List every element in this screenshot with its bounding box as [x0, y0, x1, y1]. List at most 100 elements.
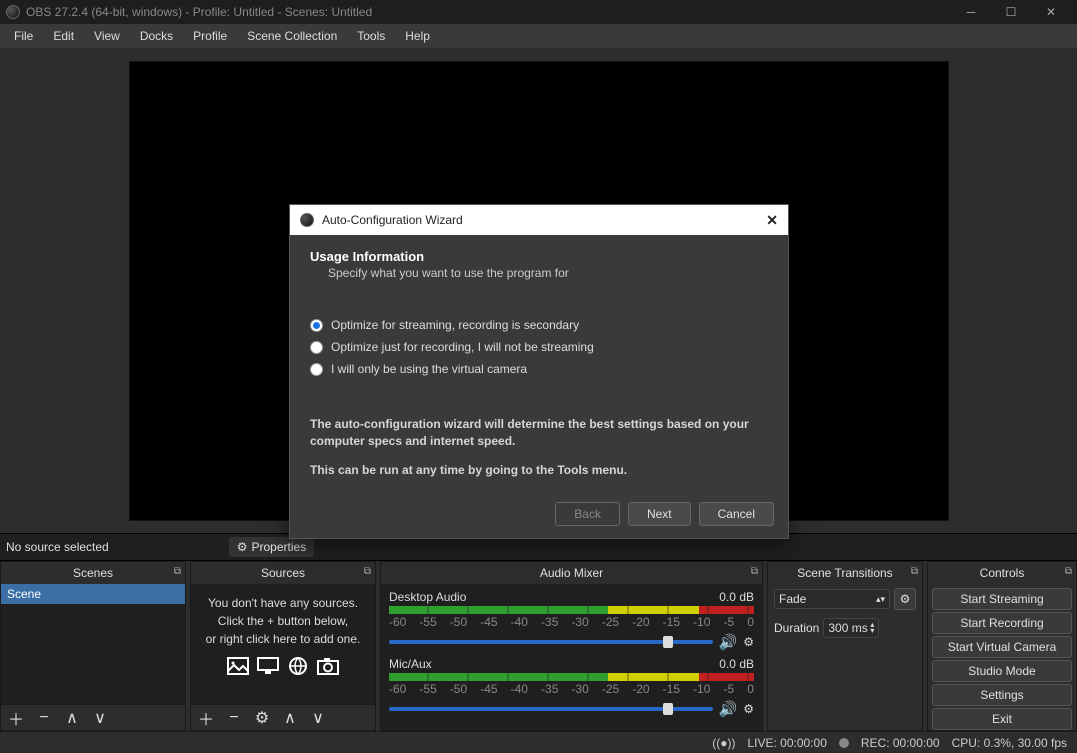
settings-button[interactable]: Settings: [932, 684, 1072, 706]
volume-slider[interactable]: [389, 640, 713, 644]
popout-icon[interactable]: ⧉: [364, 566, 371, 577]
statusbar: ((●)) LIVE: 00:00:00 REC: 00:00:00 CPU: …: [0, 731, 1077, 753]
menu-view[interactable]: View: [84, 25, 130, 47]
transition-settings-button[interactable]: ⚙: [894, 588, 916, 610]
menu-scene-collection[interactable]: Scene Collection: [237, 25, 347, 47]
start-recording-button[interactable]: Start Recording: [932, 612, 1072, 634]
start-streaming-button[interactable]: Start Streaming: [932, 588, 1072, 610]
duration-input[interactable]: 300 ms ▴▾: [823, 618, 879, 638]
properties-label: Properties: [252, 540, 307, 554]
add-source-button[interactable]: ＋: [197, 706, 215, 730]
start-virtual-camera-button[interactable]: Start Virtual Camera: [932, 636, 1072, 658]
dialog-title-text: Auto-Configuration Wizard: [322, 213, 463, 227]
move-source-down-button[interactable]: ∨: [309, 708, 327, 728]
mixer-title: Audio Mixer ⧉: [381, 562, 762, 584]
next-button[interactable]: Next: [628, 502, 691, 526]
close-button[interactable]: ✕: [1031, 0, 1071, 24]
speaker-icon[interactable]: 🔊: [719, 633, 738, 651]
scene-item[interactable]: Scene: [1, 584, 185, 604]
menu-file[interactable]: File: [4, 25, 43, 47]
remove-source-button[interactable]: −: [225, 709, 243, 727]
docks-row: Scenes ⧉ Scene ＋ − ∧ ∨ Sources ⧉ You don…: [0, 561, 1077, 731]
maximize-button[interactable]: ☐: [991, 0, 1031, 24]
move-scene-up-button[interactable]: ∧: [63, 708, 81, 728]
transition-select[interactable]: Fade ▴▾: [774, 589, 890, 609]
cancel-button[interactable]: Cancel: [699, 502, 774, 526]
channel-db: 0.0 dB: [719, 657, 754, 671]
controls-title: Controls ⧉: [928, 562, 1076, 584]
radio-virtual-camera[interactable]: I will only be using the virtual camera: [310, 362, 768, 376]
auto-config-dialog: Auto-Configuration Wizard ✕ Usage Inform…: [289, 204, 789, 539]
menu-docks[interactable]: Docks: [130, 25, 183, 47]
mixer-title-label: Audio Mixer: [540, 566, 603, 580]
titlebar: OBS 27.2.4 (64-bit, windows) - Profile: …: [0, 0, 1077, 24]
mixer-channel-desktop: Desktop Audio 0.0 dB -60-55-50-45-40-35-…: [381, 586, 762, 653]
browser-source-icon: [287, 656, 309, 676]
channel-settings-icon[interactable]: ⚙: [743, 635, 754, 649]
menu-help[interactable]: Help: [395, 25, 440, 47]
speaker-icon[interactable]: 🔊: [719, 700, 738, 718]
transitions-title-label: Scene Transitions: [797, 566, 892, 580]
popout-icon[interactable]: ⧉: [174, 566, 181, 577]
main-area: No source selected ⚙ Properties Scenes ⧉…: [0, 48, 1077, 731]
display-source-icon: [257, 656, 279, 676]
image-source-icon: [227, 656, 249, 676]
status-cpu: CPU: 0.3%, 30.00 fps: [952, 736, 1067, 750]
gear-icon: ⚙: [237, 540, 248, 554]
channel-db: 0.0 dB: [719, 590, 754, 604]
exit-button[interactable]: Exit: [932, 708, 1072, 730]
add-scene-button[interactable]: ＋: [7, 706, 25, 730]
status-live: LIVE: 00:00:00: [747, 736, 826, 750]
remove-scene-button[interactable]: −: [35, 709, 53, 727]
source-settings-button[interactable]: ⚙: [253, 708, 271, 728]
no-source-label: No source selected: [6, 540, 109, 554]
controls-dock: Controls ⧉ Start Streaming Start Recordi…: [927, 561, 1077, 731]
menu-tools[interactable]: Tools: [347, 25, 395, 47]
scenes-title: Scenes ⧉: [1, 562, 185, 584]
record-dot-icon: [839, 738, 849, 748]
move-scene-down-button[interactable]: ∨: [91, 708, 109, 728]
broadcast-icon: ((●)): [712, 736, 735, 750]
window-title: OBS 27.2.4 (64-bit, windows) - Profile: …: [26, 5, 372, 19]
camera-source-icon: [317, 656, 339, 676]
scenes-title-label: Scenes: [73, 566, 113, 580]
volume-slider[interactable]: [389, 707, 713, 711]
sources-empty-line: You don't have any sources.: [201, 594, 365, 612]
volume-meter: [389, 606, 754, 614]
minimize-button[interactable]: ─: [951, 0, 991, 24]
sources-empty-line: Click the + button below,: [201, 612, 365, 630]
menu-profile[interactable]: Profile: [183, 25, 237, 47]
radio-optimize-recording[interactable]: Optimize just for recording, I will not …: [310, 340, 768, 354]
menu-edit[interactable]: Edit: [43, 25, 84, 47]
back-button[interactable]: Back: [555, 502, 620, 526]
controls-title-label: Controls: [980, 566, 1025, 580]
chevron-updown-icon: ▴▾: [870, 622, 874, 635]
dialog-info-2: This can be run at any time by going to …: [310, 462, 768, 479]
dialog-subheading: Specify what you want to use the program…: [328, 266, 768, 280]
radio-label: Optimize for streaming, recording is sec…: [331, 318, 579, 332]
move-source-up-button[interactable]: ∧: [281, 708, 299, 728]
dialog-close-button[interactable]: ✕: [766, 212, 778, 229]
duration-label: Duration: [774, 621, 819, 635]
radio-label: I will only be using the virtual camera: [331, 362, 527, 376]
radio-icon: [310, 319, 323, 332]
channel-name: Mic/Aux: [389, 657, 432, 671]
popout-icon[interactable]: ⧉: [751, 566, 758, 577]
radio-optimize-streaming[interactable]: Optimize for streaming, recording is sec…: [310, 318, 768, 332]
channel-name: Desktop Audio: [389, 590, 466, 604]
properties-button[interactable]: ⚙ Properties: [229, 537, 314, 557]
transitions-title: Scene Transitions ⧉: [768, 562, 922, 584]
volume-meter: [389, 673, 754, 681]
sources-title: Sources ⧉: [191, 562, 375, 584]
sources-dock: Sources ⧉ You don't have any sources. Cl…: [190, 561, 376, 731]
audio-mixer-dock: Audio Mixer ⧉ Desktop Audio 0.0 dB -60-5…: [380, 561, 763, 731]
chevron-updown-icon: ▴▾: [876, 594, 885, 605]
sources-title-label: Sources: [261, 566, 305, 580]
popout-icon[interactable]: ⧉: [1065, 566, 1072, 577]
channel-settings-icon[interactable]: ⚙: [743, 702, 754, 716]
obs-logo-icon: [300, 213, 314, 227]
duration-value: 300 ms: [828, 621, 867, 635]
dialog-info-1: The auto-configuration wizard will deter…: [310, 416, 768, 450]
studio-mode-button[interactable]: Studio Mode: [932, 660, 1072, 682]
popout-icon[interactable]: ⧉: [911, 566, 918, 577]
